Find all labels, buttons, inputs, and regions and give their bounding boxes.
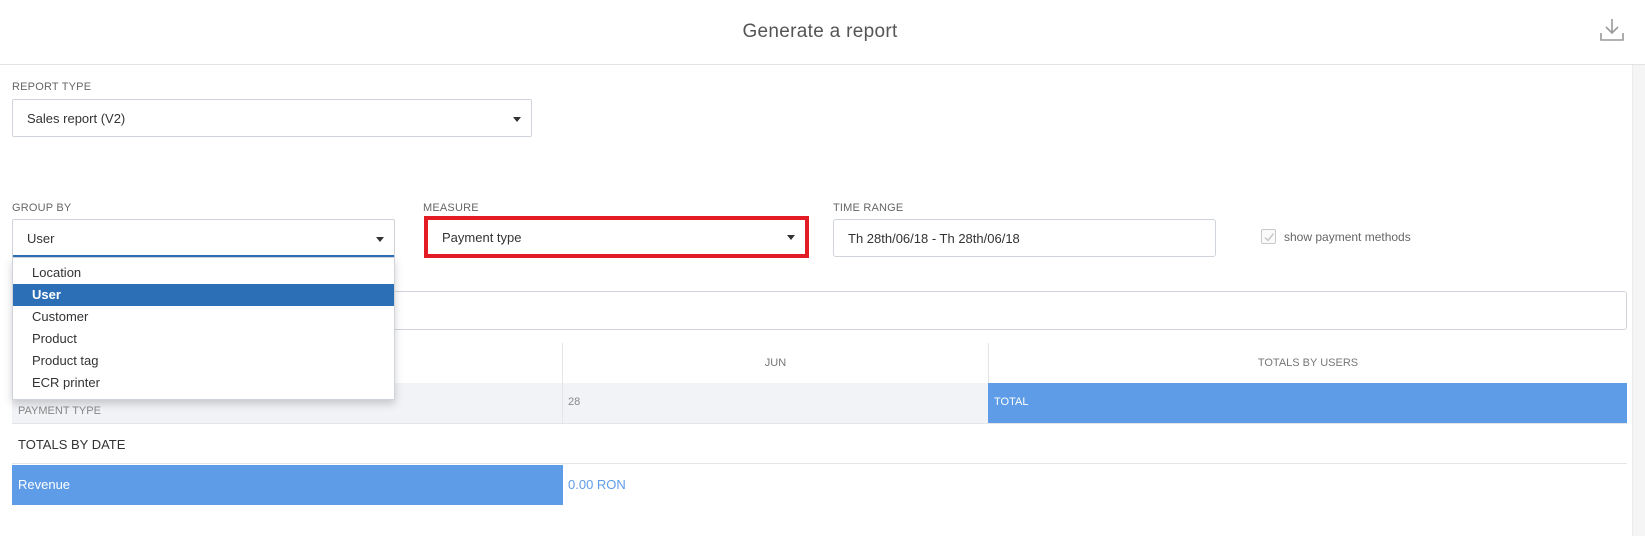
report-header: Generate a report	[0, 0, 1645, 65]
totals-by-date-label: TOTALS BY DATE	[18, 437, 126, 452]
dropdown-option-customer[interactable]: Customer	[13, 306, 394, 328]
table-divider	[12, 463, 1627, 464]
time-range-value: Th 28th/06/18 - Th 28th/06/18	[848, 231, 1020, 246]
show-payment-methods-label: show payment methods	[1284, 230, 1411, 244]
dropdown-option-product[interactable]: Product	[13, 328, 394, 350]
table-divider	[562, 383, 563, 423]
time-range-input[interactable]: Th 28th/06/18 - Th 28th/06/18	[833, 219, 1216, 257]
chevron-down-icon	[513, 117, 521, 122]
filter-input[interactable]	[390, 291, 1627, 330]
group-by-label: GROUP BY	[12, 202, 72, 214]
table-divider	[12, 423, 1627, 424]
report-type-value: Sales report (V2)	[27, 111, 126, 126]
page-title: Generate a report	[742, 21, 898, 42]
dropdown-option-ecr-printer[interactable]: ECR printer	[13, 372, 394, 394]
time-range-label: TIME RANGE	[833, 202, 904, 214]
measure-select[interactable]: Payment type	[428, 220, 805, 254]
payment-type-row-label: PAYMENT TYPE	[18, 405, 101, 417]
dropdown-option-product-tag[interactable]: Product tag	[13, 350, 394, 372]
chevron-down-icon	[376, 237, 384, 242]
month-header: JUN	[764, 357, 787, 369]
download-button[interactable]	[1598, 16, 1626, 44]
dropdown-option-user[interactable]: User	[13, 284, 394, 306]
revenue-value: 0.00 RON	[568, 477, 626, 492]
total-cell: TOTAL	[988, 383, 1627, 423]
group-by-select[interactable]: User	[12, 219, 395, 257]
measure-value: Payment type	[442, 230, 522, 245]
group-by-value: User	[27, 231, 55, 246]
revenue-label-cell: Revenue	[12, 465, 563, 505]
day-cell: 28	[568, 396, 581, 408]
measure-label: MEASURE	[423, 202, 479, 214]
download-icon	[1600, 19, 1624, 41]
totals-by-users-header: TOTALS BY USERS	[1257, 357, 1359, 369]
dropdown-option-location[interactable]: Location	[13, 262, 394, 284]
report-type-label: REPORT TYPE	[12, 81, 92, 93]
chevron-down-icon	[787, 235, 795, 240]
vertical-scrollbar[interactable]	[1632, 65, 1645, 536]
checkmark-icon	[1264, 233, 1275, 242]
report-type-select[interactable]: Sales report (V2)	[12, 99, 532, 137]
show-payment-methods-checkbox[interactable]	[1261, 229, 1276, 244]
group-by-dropdown: Location User Customer Product Product t…	[12, 257, 395, 400]
